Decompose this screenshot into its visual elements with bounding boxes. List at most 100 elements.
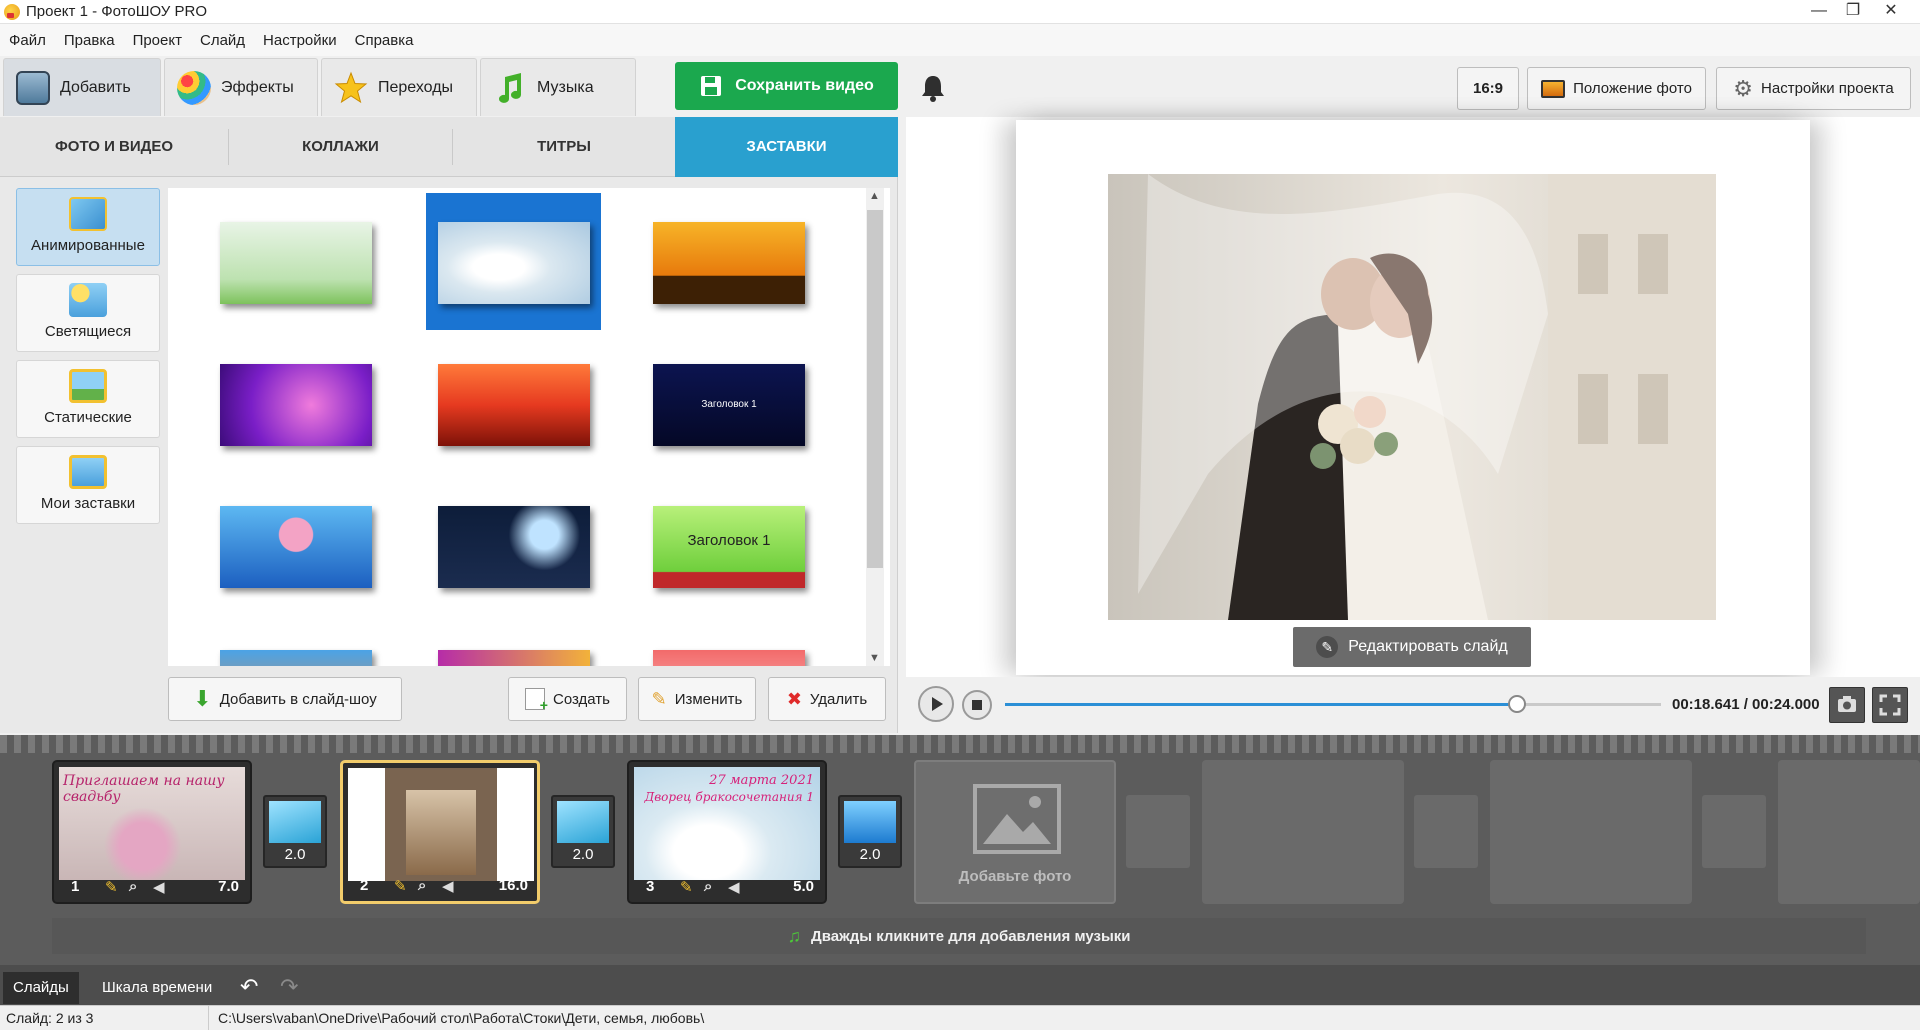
tab-timeline[interactable]: Шкала времени <box>92 972 222 1004</box>
minimize-button[interactable]: — <box>1800 0 1838 24</box>
menu-project[interactable]: Проект <box>124 32 191 49</box>
category-glowing-label: Светящиеся <box>44 323 132 340</box>
music-track[interactable]: ♫ Дважды кликните для добавления музыки <box>52 918 1866 954</box>
intro-thumbnail[interactable]: Заголовок 1 <box>653 364 805 446</box>
pencil-icon[interactable]: ✎ <box>394 877 407 895</box>
menu-edit[interactable]: Правка <box>55 32 124 49</box>
time-display: 00:18.641 / 00:24.000 <box>1672 696 1820 713</box>
static-slide-icon <box>69 369 107 403</box>
tab-titles[interactable]: ТИТРЫ <box>453 117 675 177</box>
stop-button[interactable] <box>962 690 992 720</box>
project-settings-button[interactable]: ⚙ Настройки проекта <box>1716 67 1911 110</box>
intro-thumbnail[interactable] <box>220 222 372 304</box>
seek-handle[interactable] <box>1507 695 1526 713</box>
gallery-scrollbar[interactable]: ▲ ▼ <box>866 188 884 666</box>
edit-slide-button[interactable]: ✎ Редактировать слайд <box>1293 627 1531 667</box>
pencil-icon: ✎ <box>1316 636 1339 658</box>
star-icon <box>334 71 368 103</box>
speaker-icon[interactable]: ◀ <box>728 878 740 896</box>
intro-thumbnail[interactable] <box>220 364 372 446</box>
timeline-slide[interactable]: 27 марта 2021 Дворец бракосочетания 1 3 … <box>627 760 827 904</box>
snapshot-button[interactable] <box>1829 687 1865 723</box>
close-button[interactable]: ✕ <box>1872 0 1910 24</box>
category-static[interactable]: Статические <box>16 360 160 438</box>
undo-icon[interactable]: ↶ <box>240 974 258 1000</box>
bell-icon[interactable] <box>918 73 948 103</box>
zoom-icon[interactable]: ⌕ <box>418 877 426 894</box>
app-logo-icon <box>4 3 20 20</box>
transition-block[interactable]: 2.0 <box>263 795 327 868</box>
intro-thumbnail[interactable] <box>438 222 590 304</box>
add-photo-label: Добавьте фото <box>958 868 1072 885</box>
divider <box>208 1006 209 1030</box>
save-video-button[interactable]: Сохранить видео <box>675 62 898 110</box>
redo-icon[interactable]: ↷ <box>280 974 298 1000</box>
intro-gallery: Заголовок 1 Заголовок 1 <box>168 188 890 666</box>
category-animated[interactable]: Анимированные <box>16 188 160 266</box>
sub-tabs: ФОТО И ВИДЕО КОЛЛАЖИ ТИТРЫ ЗАСТАВКИ <box>0 117 898 177</box>
tab-slides[interactable]: Слайды <box>3 972 79 1004</box>
file-path: C:\Users\vaban\OneDrive\Рабочий стол\Раб… <box>218 1010 705 1026</box>
intro-thumbnail[interactable]: Заголовок 1 <box>653 506 805 588</box>
add-photo-placeholder[interactable]: Добавьте фото <box>914 760 1116 904</box>
zoom-icon[interactable]: ⌕ <box>129 878 137 895</box>
timeline-slide-selected[interactable]: 2 ✎ ⌕ ◀ 16.0 <box>340 760 540 904</box>
timeline-slide[interactable]: Приглашаем на нашу свадьбу 1 ✎ ⌕ ◀ 7.0 <box>52 760 252 904</box>
pencil-icon[interactable]: ✎ <box>680 878 693 896</box>
zoom-icon[interactable]: ⌕ <box>704 878 712 895</box>
intro-thumbnail[interactable] <box>438 506 590 588</box>
menu-file[interactable]: Файл <box>0 32 55 49</box>
pencil-icon[interactable]: ✎ <box>105 878 118 896</box>
intro-thumbnail[interactable] <box>220 650 372 666</box>
category-glowing[interactable]: Светящиеся <box>16 274 160 352</box>
project-settings-label: Настройки проекта <box>1761 80 1894 97</box>
arrow-down-icon: ⬇ <box>193 686 212 711</box>
tab-music[interactable]: Музыка <box>480 58 636 116</box>
intro-thumbnail[interactable] <box>653 222 805 304</box>
music-note-icon <box>499 72 521 103</box>
tab-photo-video[interactable]: ФОТО И ВИДЕО <box>0 117 228 177</box>
maximize-button[interactable]: ❐ <box>1834 0 1872 24</box>
delete-button[interactable]: ✖ Удалить <box>768 677 886 721</box>
scroll-down-icon[interactable]: ▼ <box>869 652 880 664</box>
category-my-intros[interactable]: Мои заставки <box>16 446 160 524</box>
image-placeholder-icon <box>973 784 1061 854</box>
slide-thumbnail: Приглашаем на нашу свадьбу <box>59 767 245 880</box>
speaker-icon[interactable]: ◀ <box>153 878 165 896</box>
slide-controls: 3 ✎ ⌕ ◀ 5.0 <box>634 878 820 898</box>
floppy-disk-icon <box>701 76 722 96</box>
add-to-slideshow-button[interactable]: ⬇ Добавить в слайд-шоу <box>168 677 402 721</box>
pencil-icon: ✎ <box>651 689 667 709</box>
intro-thumbnail[interactable] <box>653 650 805 666</box>
create-button[interactable]: + Создать <box>508 677 627 721</box>
tab-intros[interactable]: ЗАСТАВКИ <box>675 117 898 177</box>
fullscreen-button[interactable] <box>1872 687 1908 723</box>
tab-transitions[interactable]: Переходы <box>321 58 477 116</box>
tab-effects-label: Эффекты <box>221 78 294 96</box>
scrollbar-thumb[interactable] <box>867 210 883 568</box>
filmstrip-border <box>0 735 1920 753</box>
intro-thumbnail[interactable] <box>438 650 590 666</box>
edit-button[interactable]: ✎ Изменить <box>638 677 756 721</box>
music-note-icon: ♫ <box>787 925 802 946</box>
photo-position-button[interactable]: Положение фото <box>1527 67 1706 110</box>
empty-transition-slot <box>1414 795 1478 868</box>
scroll-up-icon[interactable]: ▲ <box>869 190 880 202</box>
intro-thumbnail[interactable] <box>220 506 372 588</box>
tab-add[interactable]: Добавить <box>3 58 161 116</box>
menu-settings[interactable]: Настройки <box>254 32 346 49</box>
transition-block[interactable]: 2.0 <box>838 795 902 868</box>
menu-slide[interactable]: Слайд <box>191 32 254 49</box>
transition-block[interactable]: 2.0 <box>551 795 615 868</box>
menu-help[interactable]: Справка <box>346 32 423 49</box>
play-button[interactable] <box>918 686 954 722</box>
speaker-icon[interactable]: ◀ <box>442 877 454 895</box>
create-label: Создать <box>552 690 610 708</box>
intro-thumbnail[interactable] <box>438 364 590 446</box>
tab-collages[interactable]: КОЛЛАЖИ <box>229 117 452 177</box>
aspect-ratio-button[interactable]: 16:9 <box>1457 67 1519 110</box>
tab-transitions-label: Переходы <box>378 78 454 96</box>
slide-number: 3 <box>646 878 655 895</box>
slide-number: 2 <box>360 877 369 894</box>
tab-effects[interactable]: Эффекты <box>164 58 318 116</box>
